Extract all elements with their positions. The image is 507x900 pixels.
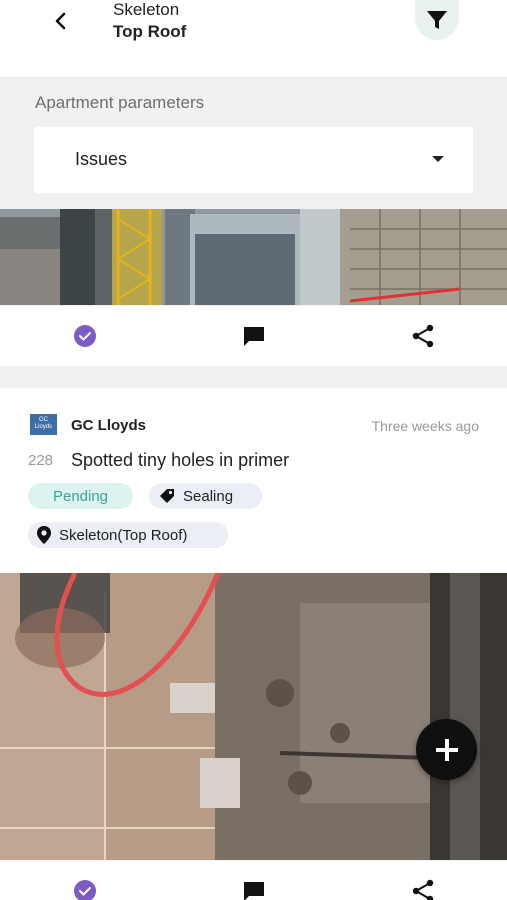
resolve-button-2[interactable] [70, 876, 100, 900]
header-main-title: Top Roof [113, 22, 187, 41]
company-logo: GC Lloyds [30, 414, 57, 435]
issue-card[interactable]: GC Lloyds GC Lloyds Three weeks ago 228 … [0, 388, 507, 573]
params-dropdown[interactable]: Issues [34, 127, 473, 193]
post-actions-bar [0, 306, 507, 366]
check-circle-icon [74, 325, 96, 347]
tag-chip-label: Sealing [183, 487, 234, 505]
location-pin-icon [37, 526, 51, 544]
issue-photo-primer[interactable] [0, 573, 507, 860]
caret-down-icon [432, 156, 444, 162]
location-chip[interactable]: Skeleton(Top Roof) [28, 522, 228, 548]
apartment-params-section: Apartment parameters Issues [0, 79, 507, 209]
header-subtitle: Skeleton [113, 0, 180, 19]
tag-icon [160, 489, 174, 503]
share-button[interactable] [408, 321, 438, 351]
share-icon [412, 324, 434, 348]
resolve-button[interactable] [70, 321, 100, 351]
comment-icon [244, 882, 264, 900]
comment-icon [244, 327, 264, 346]
issue-timestamp: Three weeks ago [371, 418, 479, 434]
issue-actions-bar [0, 861, 507, 900]
status-badge[interactable]: Pending [28, 483, 133, 509]
chevron-left-icon [55, 12, 66, 30]
primer-floor-scene [0, 573, 507, 860]
company-name: GC Lloyds [71, 417, 147, 434]
check-circle-icon [74, 880, 96, 900]
comment-button[interactable] [239, 321, 269, 351]
plus-icon [435, 738, 458, 761]
header-title: Skeleton Top Roof [113, 0, 186, 44]
issue-title: Spotted tiny holes in primer [71, 450, 290, 470]
status-badge-label: Pending [52, 487, 109, 505]
comment-button-2[interactable] [239, 876, 269, 900]
params-dropdown-value: Issues [75, 149, 128, 169]
add-issue-button[interactable] [416, 719, 477, 780]
location-chip-label: Skeleton(Top Roof) [59, 526, 188, 544]
share-button-2[interactable] [408, 876, 438, 900]
company-logo-text: GC Lloyds [34, 417, 53, 430]
share-icon [412, 879, 434, 900]
issue-number: 228 [28, 452, 54, 469]
tag-chip[interactable]: Sealing [149, 483, 262, 509]
app-header: Skeleton Top Roof [0, 0, 507, 78]
filter-button[interactable] [415, 0, 459, 40]
back-button[interactable] [46, 6, 76, 36]
params-label: Apartment parameters [35, 93, 205, 112]
post-photo-construction[interactable] [0, 209, 507, 305]
construction-scene [0, 209, 507, 305]
filter-icon [427, 11, 447, 29]
